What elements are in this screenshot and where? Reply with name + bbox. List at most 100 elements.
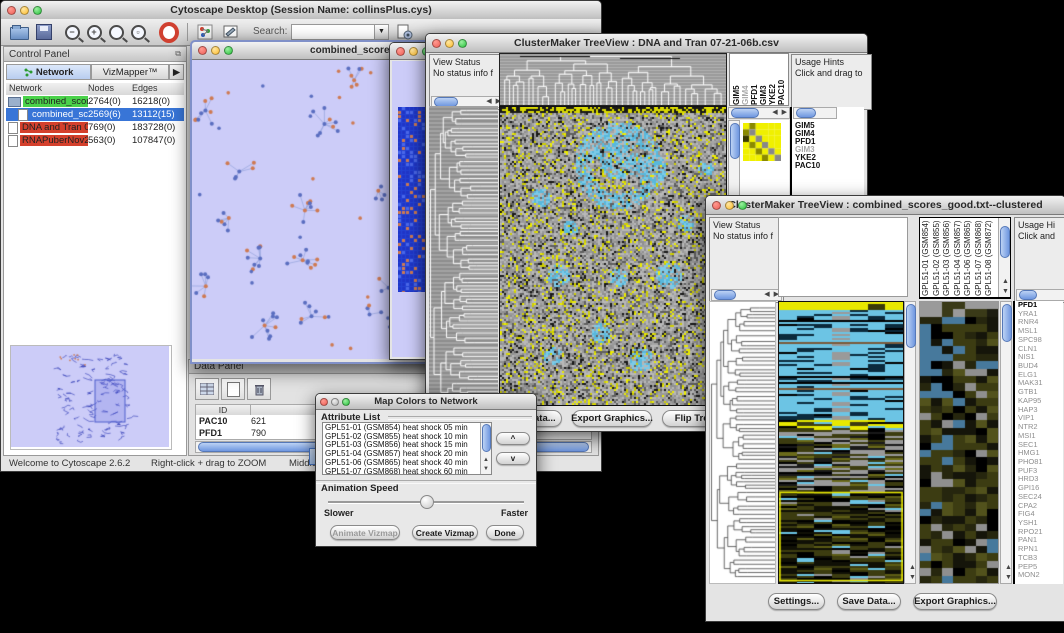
slider-thumb[interactable] — [420, 495, 434, 509]
scroll-thumb[interactable] — [730, 123, 740, 159]
help-ring-icon[interactable] — [159, 22, 179, 42]
zoom-selected-icon[interactable] — [106, 22, 126, 42]
minimize-button[interactable] — [409, 47, 418, 56]
export-graphics-button[interactable]: Export Graphics... — [913, 593, 997, 610]
tv1-column-label[interactable]: GIM4 — [741, 54, 750, 105]
network-row[interactable]: combined_scores2764(0)16218(0) — [6, 95, 184, 108]
tv2-zoom-heatmap-panel[interactable] — [919, 301, 999, 584]
network-row[interactable]: combined_sco2569(6)13112(15) — [6, 108, 184, 121]
tv2-collabels-vscrollbar[interactable]: ▲ ▼ — [998, 218, 1010, 297]
tv2-column-dendrogram-area[interactable] — [778, 217, 908, 297]
scroll-down-arrow[interactable]: ▼ — [907, 573, 918, 583]
scroll-thumb[interactable] — [796, 108, 816, 118]
network-overview-panel[interactable] — [10, 345, 172, 450]
close-button[interactable] — [712, 201, 721, 210]
close-button[interactable] — [320, 398, 328, 406]
animate-vizmap-button[interactable]: Animate Vizmap — [330, 525, 400, 540]
zoom-in-icon[interactable]: + — [84, 22, 104, 42]
delete-attribute-icon[interactable] — [247, 378, 271, 400]
tab-vizmapper[interactable]: VizMapper™ — [91, 64, 169, 80]
scroll-left-arrow[interactable]: ◀ — [770, 108, 779, 118]
new-attribute-icon[interactable] — [221, 378, 245, 400]
minimize-button[interactable] — [331, 398, 339, 406]
map-dialog-titlebar[interactable]: Map Colors to Network — [316, 394, 536, 410]
tv1-heatmap[interactable] — [499, 106, 727, 406]
zoom-button[interactable] — [458, 39, 467, 48]
tv2-heatmap-vscrollbar[interactable]: ▲ ▼ — [904, 301, 916, 584]
gene-label[interactable]: MON2 — [1018, 571, 1063, 580]
zoom-button[interactable] — [224, 46, 233, 55]
network-overview-canvas[interactable] — [11, 346, 169, 447]
scroll-thumb[interactable] — [482, 424, 491, 452]
done-button[interactable]: Done — [486, 525, 524, 540]
tv2-status-hscrollbar[interactable]: ◀ ▶ — [711, 289, 782, 301]
network-row[interactable]: DNA and Tran 07769(0)183728(0) — [6, 121, 184, 134]
tv1-mini-heatmap[interactable] — [743, 123, 781, 161]
scroll-thumb[interactable] — [731, 108, 759, 118]
minimize-button[interactable] — [211, 46, 220, 55]
tv2-column-label[interactable]: GPL51-08 (GSM872) — [984, 219, 995, 296]
tv1-row-label[interactable]: PAC10 — [795, 162, 820, 170]
scroll-thumb[interactable] — [714, 290, 736, 300]
create-vizmap-button[interactable]: Create Vizmap — [412, 525, 478, 540]
tv2-column-label[interactable]: GPL51-07 (GSM868) — [974, 219, 985, 296]
treeview1-titlebar[interactable]: ClusterMaker TreeView : DNA and Tran 07-… — [426, 34, 867, 53]
move-up-button[interactable]: ^ — [496, 432, 530, 445]
main-titlebar[interactable]: Cytoscape Desktop (Session Name: collins… — [1, 1, 601, 20]
network-row[interactable]: RNAPuberNov2+I563(0)107847(0) — [6, 134, 184, 147]
scroll-up-arrow[interactable]: ▲ — [1000, 277, 1011, 287]
tv2-column-label[interactable]: GPL51-02 (GSM855) — [932, 219, 943, 296]
move-down-button[interactable]: v — [496, 452, 530, 465]
zoom-out-icon[interactable]: − — [62, 22, 82, 42]
close-button[interactable] — [198, 46, 207, 55]
tv1-column-label[interactable]: PAC10 — [777, 54, 786, 105]
tv1-row-dendrogram[interactable] — [429, 106, 498, 406]
tab-overflow-arrow[interactable]: ▶ — [169, 64, 184, 80]
col-edges[interactable]: Edges — [132, 83, 184, 95]
scroll-right-arrow[interactable]: ▶ — [780, 108, 789, 118]
zoom-button[interactable] — [738, 201, 747, 210]
float-panel-icon[interactable]: ⧉ — [175, 49, 181, 59]
col-nodes[interactable]: Nodes — [88, 83, 132, 95]
tab-network[interactable]: Network — [6, 64, 91, 80]
tv2-genes-vscrollbar[interactable]: ▲ ▼ — [1000, 301, 1012, 584]
tv1-column-label[interactable]: PFD1 — [750, 54, 759, 105]
attribute-table-icon[interactable] — [195, 378, 219, 400]
zoom-button[interactable] — [33, 6, 42, 15]
close-button[interactable] — [7, 6, 16, 15]
attribute-item[interactable]: GPL51-07 (GSM868) heat shock 60 min — [325, 468, 489, 475]
tv2-usage-hscrollbar[interactable] — [1016, 289, 1064, 301]
annotation-icon[interactable] — [221, 22, 241, 42]
scroll-left-arrow[interactable]: ◀ — [762, 290, 771, 300]
vizmap-nodes-icon[interactable] — [195, 22, 215, 42]
search-input[interactable] — [291, 24, 377, 40]
tv2-column-label[interactable]: GPL51-06 (GSM865) — [963, 219, 974, 296]
open-folder-icon[interactable] — [9, 22, 29, 42]
export-graphics-button[interactable]: Export Graphics... — [572, 410, 652, 427]
scroll-down-arrow[interactable]: ▼ — [481, 464, 491, 474]
attribute-list-vscrollbar[interactable]: ▲ ▼ — [480, 423, 491, 474]
tv1-mini-hscrollbar[interactable]: ◀ ▶ — [728, 107, 790, 119]
tv1-genes-hscrollbar[interactable] — [793, 107, 837, 119]
tv2-row-dendrogram[interactable] — [709, 301, 776, 584]
settings-button[interactable]: Settings... — [768, 593, 825, 610]
col-network[interactable]: Network — [6, 83, 88, 95]
scroll-up-arrow[interactable]: ▲ — [907, 563, 918, 573]
search-dropdown-arrow[interactable]: ▼ — [374, 24, 389, 40]
close-button[interactable] — [432, 39, 441, 48]
tv1-column-label[interactable]: YKE2 — [768, 54, 777, 105]
save-icon[interactable] — [34, 22, 54, 42]
tv2-heatmap[interactable] — [778, 301, 904, 584]
scroll-down-arrow[interactable]: ▼ — [1000, 287, 1011, 297]
tv1-column-label[interactable]: GIM5 — [732, 54, 741, 105]
scroll-thumb[interactable] — [1002, 304, 1012, 342]
minimize-button[interactable] — [20, 6, 29, 15]
tv2-column-label[interactable]: GPL51-04 (GSM857) — [953, 219, 964, 296]
zoom-button[interactable] — [342, 398, 350, 406]
close-button[interactable] — [396, 47, 405, 56]
zoom-fit-icon[interactable]: ▫ — [128, 22, 148, 42]
tv1-column-dendrogram[interactable] — [499, 53, 727, 106]
minimize-button[interactable] — [725, 201, 734, 210]
scroll-thumb[interactable] — [1000, 226, 1010, 258]
tv2-column-label[interactable]: GPL51-03 (GSM856) — [942, 219, 953, 296]
